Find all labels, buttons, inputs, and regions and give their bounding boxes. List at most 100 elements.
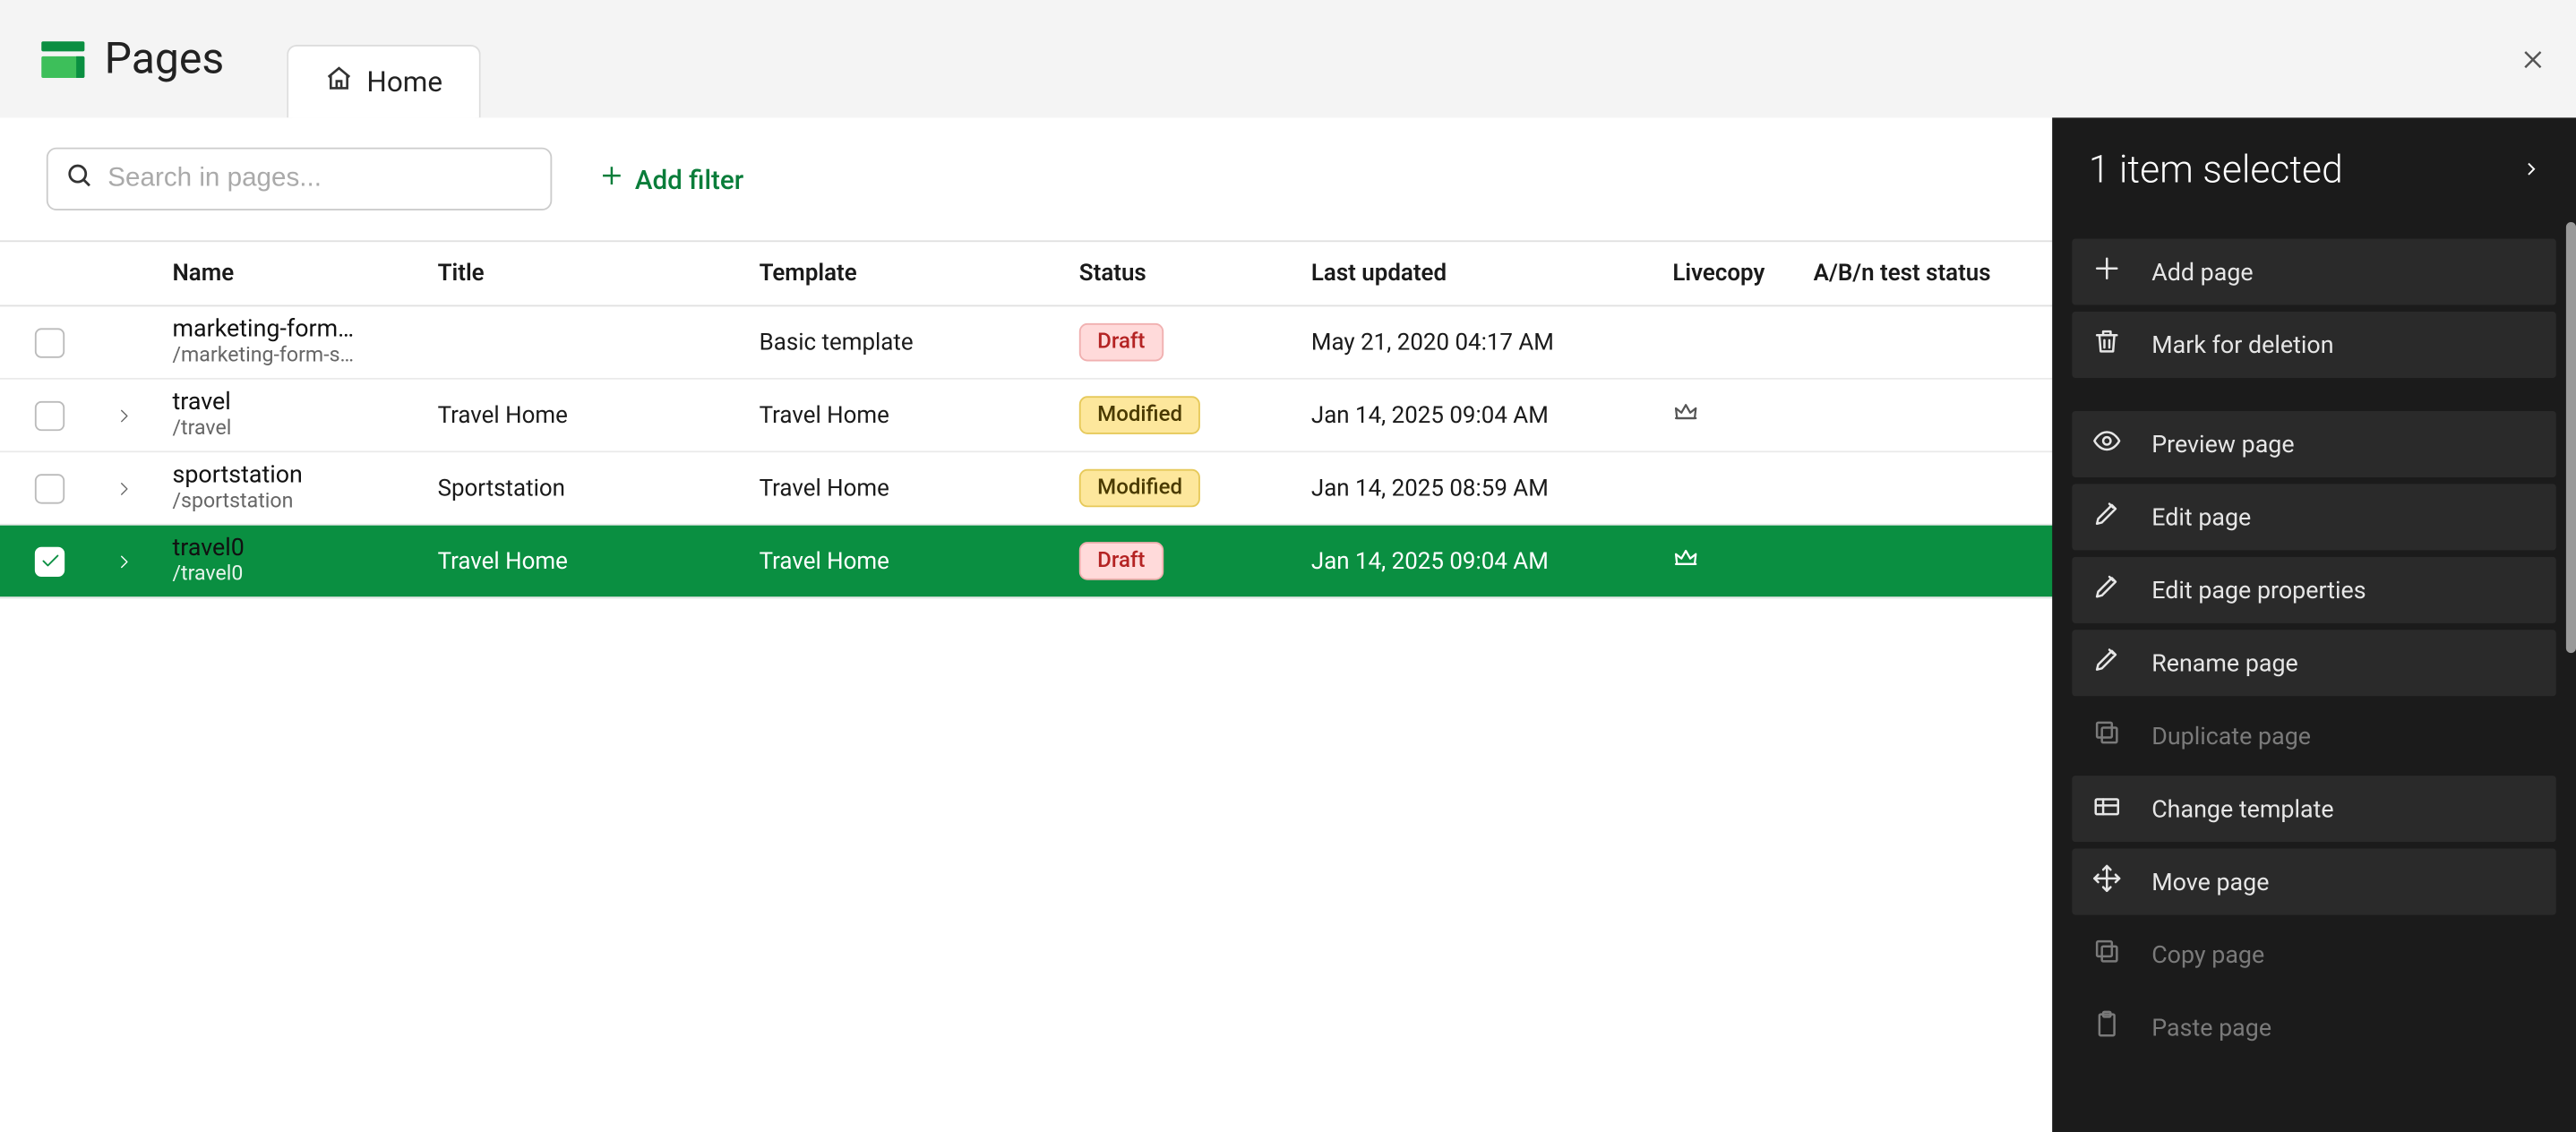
page-path: /travel bbox=[172, 417, 411, 442]
action-move-page[interactable]: Move page bbox=[2072, 849, 2555, 915]
page-path: /travel0 bbox=[172, 563, 411, 587]
action-label: Change template bbox=[2151, 794, 2333, 822]
cell-title: Travel Home bbox=[411, 548, 729, 575]
action-duplicate-page: Duplicate page bbox=[2072, 703, 2555, 769]
selection-panel: 1 item selected Add page Mark for deleti… bbox=[2052, 117, 2576, 1132]
search-input[interactable] bbox=[107, 164, 534, 193]
row-checkbox[interactable] bbox=[35, 400, 64, 430]
status-badge: Draft bbox=[1079, 323, 1163, 362]
pencil-icon bbox=[2092, 499, 2122, 536]
crown-icon bbox=[1672, 405, 1699, 432]
cell-name: travel0 /travel0 bbox=[150, 536, 411, 587]
col-header-updated[interactable]: Last updated bbox=[1284, 261, 1645, 287]
action-label: Copy page bbox=[2151, 940, 2264, 968]
app-header: Pages Home bbox=[0, 0, 2576, 117]
tab-label: Home bbox=[366, 65, 442, 99]
search-icon bbox=[64, 161, 94, 198]
cell-name: sportstation /sportstation bbox=[150, 462, 411, 513]
action-paste-page: Paste page bbox=[2072, 994, 2555, 1060]
crown-icon bbox=[1672, 551, 1699, 578]
action-label: Edit page bbox=[2151, 503, 2251, 531]
action-copy-page: Copy page bbox=[2072, 922, 2555, 988]
tab-home[interactable]: Home bbox=[288, 45, 481, 117]
page-path: /marketing-form-s… bbox=[172, 344, 411, 368]
cell-name: marketing-form… /marketing-form-s… bbox=[150, 316, 411, 367]
status-badge: Modified bbox=[1079, 469, 1201, 508]
cell-status: Draft bbox=[1049, 323, 1284, 362]
col-header-template[interactable]: Template bbox=[729, 261, 1049, 287]
action-label: Move page bbox=[2151, 868, 2269, 896]
cell-status: Modified bbox=[1049, 396, 1284, 434]
scrollbar-thumb[interactable] bbox=[2566, 222, 2576, 653]
col-header-livecopy[interactable]: Livecopy bbox=[1646, 261, 1790, 287]
action-rename-page[interactable]: Rename page bbox=[2072, 630, 2555, 696]
clipboard-icon bbox=[2092, 1009, 2122, 1046]
add-filter-label: Add filter bbox=[635, 163, 743, 194]
action-mark-for-deletion[interactable]: Mark for deletion bbox=[2072, 312, 2555, 378]
cell-updated: Jan 14, 2025 09:04 AM bbox=[1284, 402, 1645, 429]
action-add-page[interactable]: Add page bbox=[2072, 238, 2555, 304]
col-header-abtest[interactable]: A/B/n test status bbox=[1790, 261, 2051, 287]
col-header-status[interactable]: Status bbox=[1049, 261, 1284, 287]
page-name: travel bbox=[172, 390, 411, 417]
expand-toggle[interactable] bbox=[99, 480, 150, 497]
search-input-wrapper[interactable] bbox=[47, 148, 552, 210]
page-name: travel0 bbox=[172, 536, 411, 563]
action-preview-page[interactable]: Preview page bbox=[2072, 411, 2555, 477]
cell-updated: Jan 14, 2025 09:04 AM bbox=[1284, 548, 1645, 575]
action-change-template[interactable]: Change template bbox=[2072, 776, 2555, 842]
chevron-right-icon bbox=[2523, 148, 2540, 193]
action-edit-page-properties[interactable]: Edit page properties bbox=[2072, 557, 2555, 623]
action-label: Rename page bbox=[2151, 649, 2298, 677]
cell-livecopy bbox=[1646, 399, 1790, 432]
eye-icon bbox=[2092, 426, 2122, 463]
action-label: Edit page properties bbox=[2151, 576, 2366, 604]
copy-icon bbox=[2092, 717, 2122, 754]
status-badge: Modified bbox=[1079, 396, 1201, 434]
page-name: sportstation bbox=[172, 462, 411, 490]
grid-icon bbox=[2092, 791, 2122, 828]
selection-count-label: 1 item selected bbox=[2089, 148, 2343, 193]
cell-title: Sportstation bbox=[411, 475, 729, 502]
expand-toggle[interactable] bbox=[99, 407, 150, 424]
close-button[interactable] bbox=[2520, 47, 2546, 80]
app-logo-icon bbox=[41, 40, 84, 77]
add-filter-button[interactable]: Add filter bbox=[598, 162, 743, 195]
page-name: marketing-form… bbox=[172, 316, 411, 344]
col-header-name[interactable]: Name bbox=[150, 261, 411, 287]
cell-template: Travel Home bbox=[729, 548, 1049, 575]
row-checkbox[interactable] bbox=[35, 473, 64, 502]
cell-updated: Jan 14, 2025 08:59 AM bbox=[1284, 475, 1645, 502]
action-label: Duplicate page bbox=[2151, 722, 2311, 750]
copy-icon bbox=[2092, 937, 2122, 973]
action-label: Paste page bbox=[2151, 1014, 2271, 1042]
app-title: Pages bbox=[105, 34, 225, 84]
action-edit-page[interactable]: Edit page bbox=[2072, 484, 2555, 550]
action-label: Mark for deletion bbox=[2151, 330, 2333, 358]
action-label: Preview page bbox=[2151, 430, 2294, 458]
row-checkbox[interactable] bbox=[35, 546, 64, 576]
cell-template: Basic template bbox=[729, 329, 1049, 356]
col-header-title[interactable]: Title bbox=[411, 261, 729, 287]
trash-icon bbox=[2092, 327, 2122, 364]
cell-template: Travel Home bbox=[729, 475, 1049, 502]
selection-panel-header[interactable]: 1 item selected bbox=[2052, 117, 2576, 222]
page-path: /sportstation bbox=[172, 490, 411, 514]
cell-status: Modified bbox=[1049, 469, 1284, 508]
pencil-icon bbox=[2092, 571, 2122, 608]
row-checkbox[interactable] bbox=[35, 328, 64, 357]
cell-updated: May 21, 2020 04:17 AM bbox=[1284, 329, 1645, 356]
pencil-icon bbox=[2092, 645, 2122, 682]
action-label: Add page bbox=[2151, 258, 2253, 286]
cell-livecopy bbox=[1646, 545, 1790, 578]
home-icon bbox=[325, 64, 353, 100]
move-icon bbox=[2092, 863, 2122, 900]
status-badge: Draft bbox=[1079, 542, 1163, 580]
plus-icon bbox=[2092, 253, 2122, 290]
cell-status: Draft bbox=[1049, 542, 1284, 580]
plus-icon bbox=[598, 162, 625, 195]
cell-title: Travel Home bbox=[411, 402, 729, 429]
cell-name: travel /travel bbox=[150, 390, 411, 441]
expand-toggle[interactable] bbox=[99, 553, 150, 570]
cell-template: Travel Home bbox=[729, 402, 1049, 429]
